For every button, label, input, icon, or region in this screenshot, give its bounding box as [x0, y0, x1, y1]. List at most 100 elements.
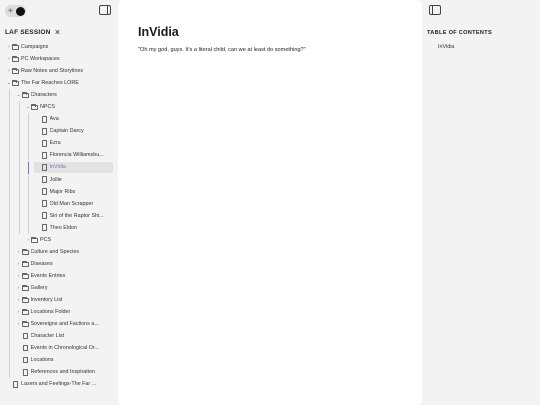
chevron-down-icon[interactable]: ⌄ — [16, 92, 22, 98]
tree-file[interactable]: Locations — [0, 354, 118, 366]
chevron-right-icon[interactable]: › — [16, 249, 22, 255]
tree-item-label: The Far Reaches LORE — [21, 80, 79, 87]
moon-icon — [16, 6, 25, 16]
file-tree: › Campaigns › PC Workspaces › Raw Notes and S… — [0, 41, 118, 390]
tree-file[interactable]: Character List — [0, 330, 118, 342]
folder-icon — [12, 56, 19, 63]
chevron-right-icon[interactable]: › — [16, 321, 22, 327]
tree-item-label: Florencia Williamsbu... — [49, 152, 104, 159]
tree-item-label: Major Ribs — [49, 188, 76, 195]
folder-icon — [21, 297, 29, 303]
tree-folder[interactable]: › PC Workspaces — [0, 53, 118, 65]
tree-item-label: PCS — [40, 236, 52, 243]
tree-item-label: Characters — [30, 92, 57, 99]
folder-icon — [21, 321, 29, 328]
tree-item-label: Old Man Scrapper — [49, 200, 94, 207]
tree-item-label: NPCS — [40, 104, 55, 111]
file-icon — [22, 332, 28, 340]
theme-toggle[interactable]: ☀ — [5, 5, 26, 17]
tree-folder[interactable]: › Diseases — [0, 258, 118, 270]
editor-pane[interactable]: InVidia "Oh my god, guys. It's a literal… — [118, 0, 422, 405]
file-icon — [22, 344, 28, 352]
file-icon — [22, 356, 28, 364]
chevron-right-icon[interactable]: › — [16, 273, 22, 279]
file-icon — [41, 140, 47, 147]
tree-item-label: Jollie — [49, 176, 62, 183]
tree-item-label: Captain Darcy — [49, 128, 84, 135]
tree-item-label: Siri of the Raptor Shi... — [49, 212, 104, 219]
folder-icon — [31, 236, 38, 243]
tree-item-label: Locations Folder — [30, 309, 71, 316]
tree-item-label: Culture and Species — [30, 248, 80, 255]
chevron-right-icon[interactable]: › — [16, 309, 22, 315]
tree-item-label: References and Inspiration — [30, 369, 95, 376]
tree-item-label: Events in Chronological Or... — [30, 345, 99, 352]
collapse-all-icon[interactable]: ⨯ — [55, 29, 61, 36]
folder-icon — [21, 261, 29, 267]
tree-item-label: Events Entries — [30, 272, 66, 279]
tree-file[interactable]: Events in Chronological Or... — [0, 342, 118, 354]
tree-item-label: Campaigns — [21, 44, 49, 51]
page-title: InVidia — [138, 25, 179, 39]
tree-folder[interactable]: › Campaigns — [0, 41, 118, 53]
folder-icon — [21, 285, 29, 291]
toggle-right-sidebar-icon[interactable] — [429, 5, 441, 15]
tree-folder[interactable]: › PCS — [0, 234, 118, 246]
left-sidebar: ☀ LAF SESSION ⨯ › Campaigns › PC Workspaces… — [0, 0, 118, 405]
tree-item-label: Theo Eldon — [49, 224, 78, 231]
tree-folder[interactable]: › Raw Notes and Storylines — [0, 65, 118, 77]
tree-item-label: Raw Notes and Storylines — [21, 68, 84, 75]
chevron-right-icon[interactable]: › — [16, 285, 22, 291]
chevron-right-icon[interactable]: › — [16, 297, 22, 303]
folder-icon — [21, 309, 29, 316]
file-icon — [41, 200, 47, 207]
tree-item-label: Gallery — [30, 284, 48, 291]
sun-icon: ☀ — [7, 7, 14, 15]
toggle-left-sidebar-icon[interactable] — [99, 5, 111, 15]
file-icon — [41, 176, 47, 183]
toc-heading: TABLE OF CONTENTS — [427, 30, 492, 36]
file-icon — [41, 188, 47, 195]
file-icon — [41, 212, 47, 219]
tree-item-label: Lasers and Feelings-The Far ... — [21, 381, 97, 388]
tree-item-label: InVidia — [49, 164, 66, 171]
tree-folder[interactable]: › Sovereigns and Factions a... — [0, 318, 118, 330]
chevron-right-icon[interactable]: › — [16, 261, 22, 267]
tree-folder[interactable]: ⌄ The Far Reaches LORE — [0, 77, 118, 89]
folder-icon — [12, 44, 19, 51]
folder-icon — [31, 104, 38, 111]
file-icon — [41, 164, 47, 171]
file-icon — [41, 152, 47, 159]
tree-item-label: Character List — [30, 333, 65, 340]
tree-folder[interactable]: › Gallery — [0, 282, 118, 294]
vault-title: LAF SESSION — [5, 29, 51, 36]
tree-item-label: Inventory List — [30, 297, 63, 303]
file-icon — [41, 224, 47, 231]
indent-guide — [18, 101, 20, 234]
tree-folder[interactable]: › Culture and Species — [0, 246, 118, 258]
tree-folder[interactable]: › Events Entries — [0, 270, 118, 282]
tree-item-label: Diseases — [30, 260, 53, 267]
tree-folder[interactable]: › Locations Folder — [0, 306, 118, 318]
folder-icon — [12, 80, 19, 87]
indent-guide — [28, 161, 29, 174]
vault-header: LAF SESSION ⨯ — [5, 29, 61, 36]
tree-folder[interactable]: › Inventory List — [0, 294, 118, 306]
tree-item-label: PC Workspaces — [21, 56, 60, 63]
tree-folder[interactable]: ⌄ Characters — [0, 89, 118, 101]
right-sidebar: TABLE OF CONTENTS InVidia — [422, 0, 540, 405]
file-icon — [41, 116, 47, 123]
tree-item-label: Ava — [49, 116, 59, 123]
indent-guide — [9, 89, 10, 379]
folder-icon — [21, 273, 29, 279]
tree-file[interactable]: References and Inspiration — [0, 366, 118, 378]
tree-file[interactable]: Lasers and Feelings-The Far ... — [0, 378, 118, 390]
tree-item-label: Locations — [30, 357, 54, 364]
page-body-text[interactable]: "Oh my god, guys. It's a literal child, … — [138, 47, 306, 53]
tree-item-label: Sovereigns and Factions a... — [30, 321, 99, 328]
toc-item[interactable]: InVidia — [438, 44, 454, 50]
folder-icon — [21, 249, 29, 255]
file-icon — [22, 369, 28, 376]
indent-guide — [28, 113, 29, 234]
folder-icon — [21, 92, 29, 99]
